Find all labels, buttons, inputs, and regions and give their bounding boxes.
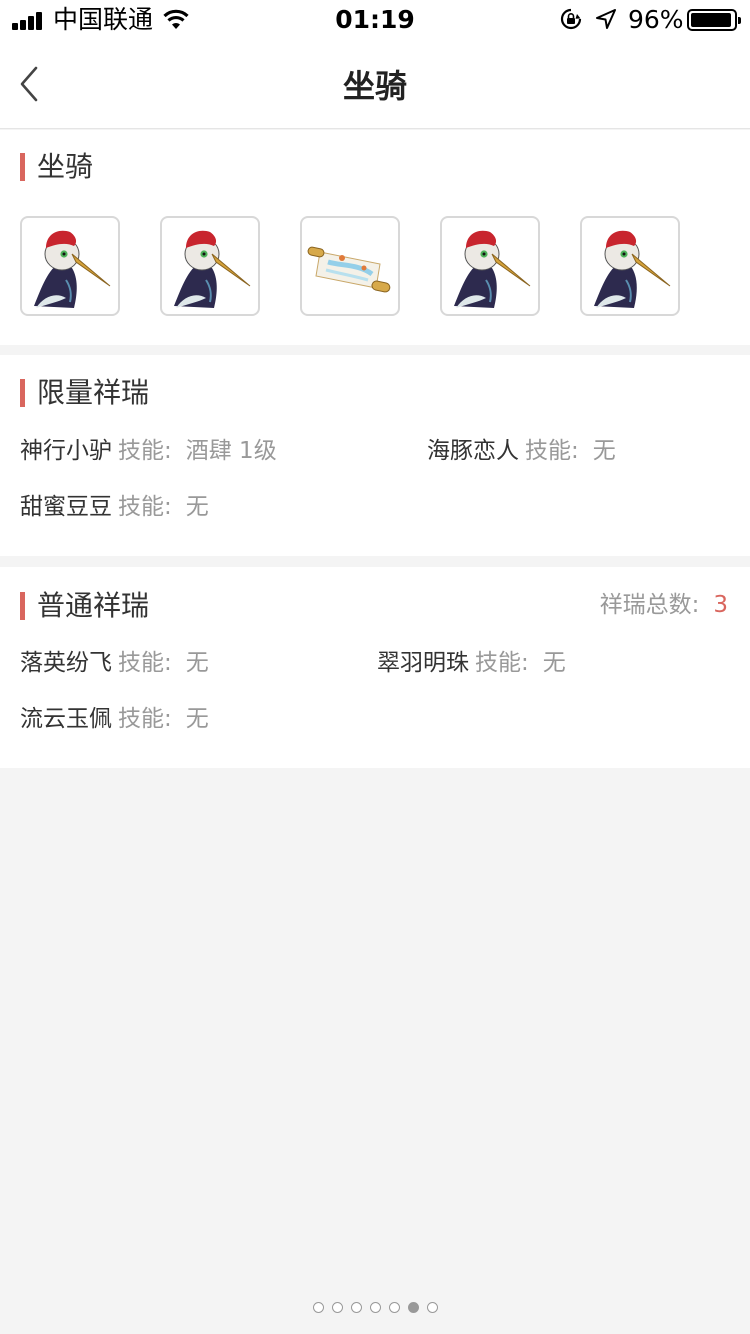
- total-value: 3: [713, 592, 728, 618]
- list-item: 流云玉佩 技能: 无: [20, 704, 209, 734]
- page-dot[interactable]: [388, 1302, 400, 1313]
- crane-icon: [174, 230, 251, 308]
- mount-thumbnail[interactable]: [580, 216, 680, 316]
- scroll-icon: [307, 246, 391, 293]
- page-dot[interactable]: [407, 1302, 419, 1313]
- skill-value: 酒肆 1级: [185, 438, 277, 464]
- item-name: 流云玉佩: [20, 706, 112, 732]
- list-item: 翠羽明珠 技能: 无: [377, 648, 566, 678]
- skill-label: 技能:: [525, 438, 579, 464]
- item-name: 海豚恋人: [427, 438, 519, 464]
- mount-thumbnail[interactable]: [440, 216, 540, 316]
- item-name: 甜蜜豆豆: [20, 494, 112, 520]
- total-count: 祥瑞总数: 3: [600, 590, 728, 620]
- list-item: 海豚恋人 技能: 无: [427, 436, 616, 466]
- status-bar: 中国联通 01:19 96%: [0, 0, 750, 40]
- crane-icon: [454, 230, 531, 308]
- item-name: 落英纷飞: [20, 650, 112, 676]
- location-arrow-icon: [596, 9, 616, 29]
- section-accent-bar: [20, 379, 25, 407]
- skill-value: 无: [185, 494, 209, 520]
- page-indicator[interactable]: [0, 1302, 750, 1316]
- list-item: 神行小驴 技能: 酒肆 1级: [20, 436, 277, 466]
- page-dot[interactable]: [426, 1302, 438, 1313]
- section-accent-bar: [20, 592, 25, 620]
- item-name: 神行小驴: [20, 438, 112, 464]
- skill-label: 技能:: [118, 494, 172, 520]
- mounts-section-title: 坐骑: [37, 150, 94, 183]
- limited-section-title: 限量祥瑞: [37, 376, 150, 409]
- battery-icon: [687, 9, 741, 31]
- normal-section: 普通祥瑞 祥瑞总数: 3 落英纷飞 技能: 无 翠羽明珠 技能: 无 流云玉佩 技能: 无: [0, 567, 750, 768]
- skill-value: 无: [185, 650, 209, 676]
- crane-icon: [594, 230, 671, 308]
- battery-percentage: 96%: [628, 5, 684, 34]
- limited-section: 限量祥瑞 神行小驴 技能: 酒肆 1级 海豚恋人 技能: 无 甜蜜豆豆 技能: 无: [0, 355, 750, 556]
- list-item: 甜蜜豆豆 技能: 无: [20, 492, 209, 522]
- crane-icon: [34, 230, 111, 308]
- skill-value: 无: [542, 650, 566, 676]
- skill-label: 技能:: [118, 706, 172, 732]
- page-dot[interactable]: [331, 1302, 343, 1313]
- skill-label: 技能:: [118, 650, 172, 676]
- skill-label: 技能:: [475, 650, 529, 676]
- mount-thumbnail[interactable]: [20, 216, 120, 316]
- total-label: 祥瑞总数:: [599, 592, 700, 618]
- skill-value: 无: [185, 706, 209, 732]
- skill-value: 无: [592, 438, 616, 464]
- page-dot[interactable]: [350, 1302, 362, 1313]
- page-dot[interactable]: [369, 1302, 381, 1313]
- rotation-lock-icon: [560, 8, 582, 30]
- skill-label: 技能:: [118, 438, 172, 464]
- mount-thumbnail[interactable]: [160, 216, 260, 316]
- mounts-section: 坐骑: [0, 130, 750, 345]
- navigation-bar: 坐骑: [0, 40, 750, 129]
- section-accent-bar: [20, 153, 25, 181]
- page-title: 坐骑: [342, 67, 407, 105]
- page-dot[interactable]: [312, 1302, 324, 1313]
- list-item: 落英纷飞 技能: 无: [20, 648, 209, 678]
- normal-section-title: 普通祥瑞: [37, 589, 150, 622]
- mount-thumbnail[interactable]: [300, 216, 400, 316]
- item-name: 翠羽明珠: [377, 650, 469, 676]
